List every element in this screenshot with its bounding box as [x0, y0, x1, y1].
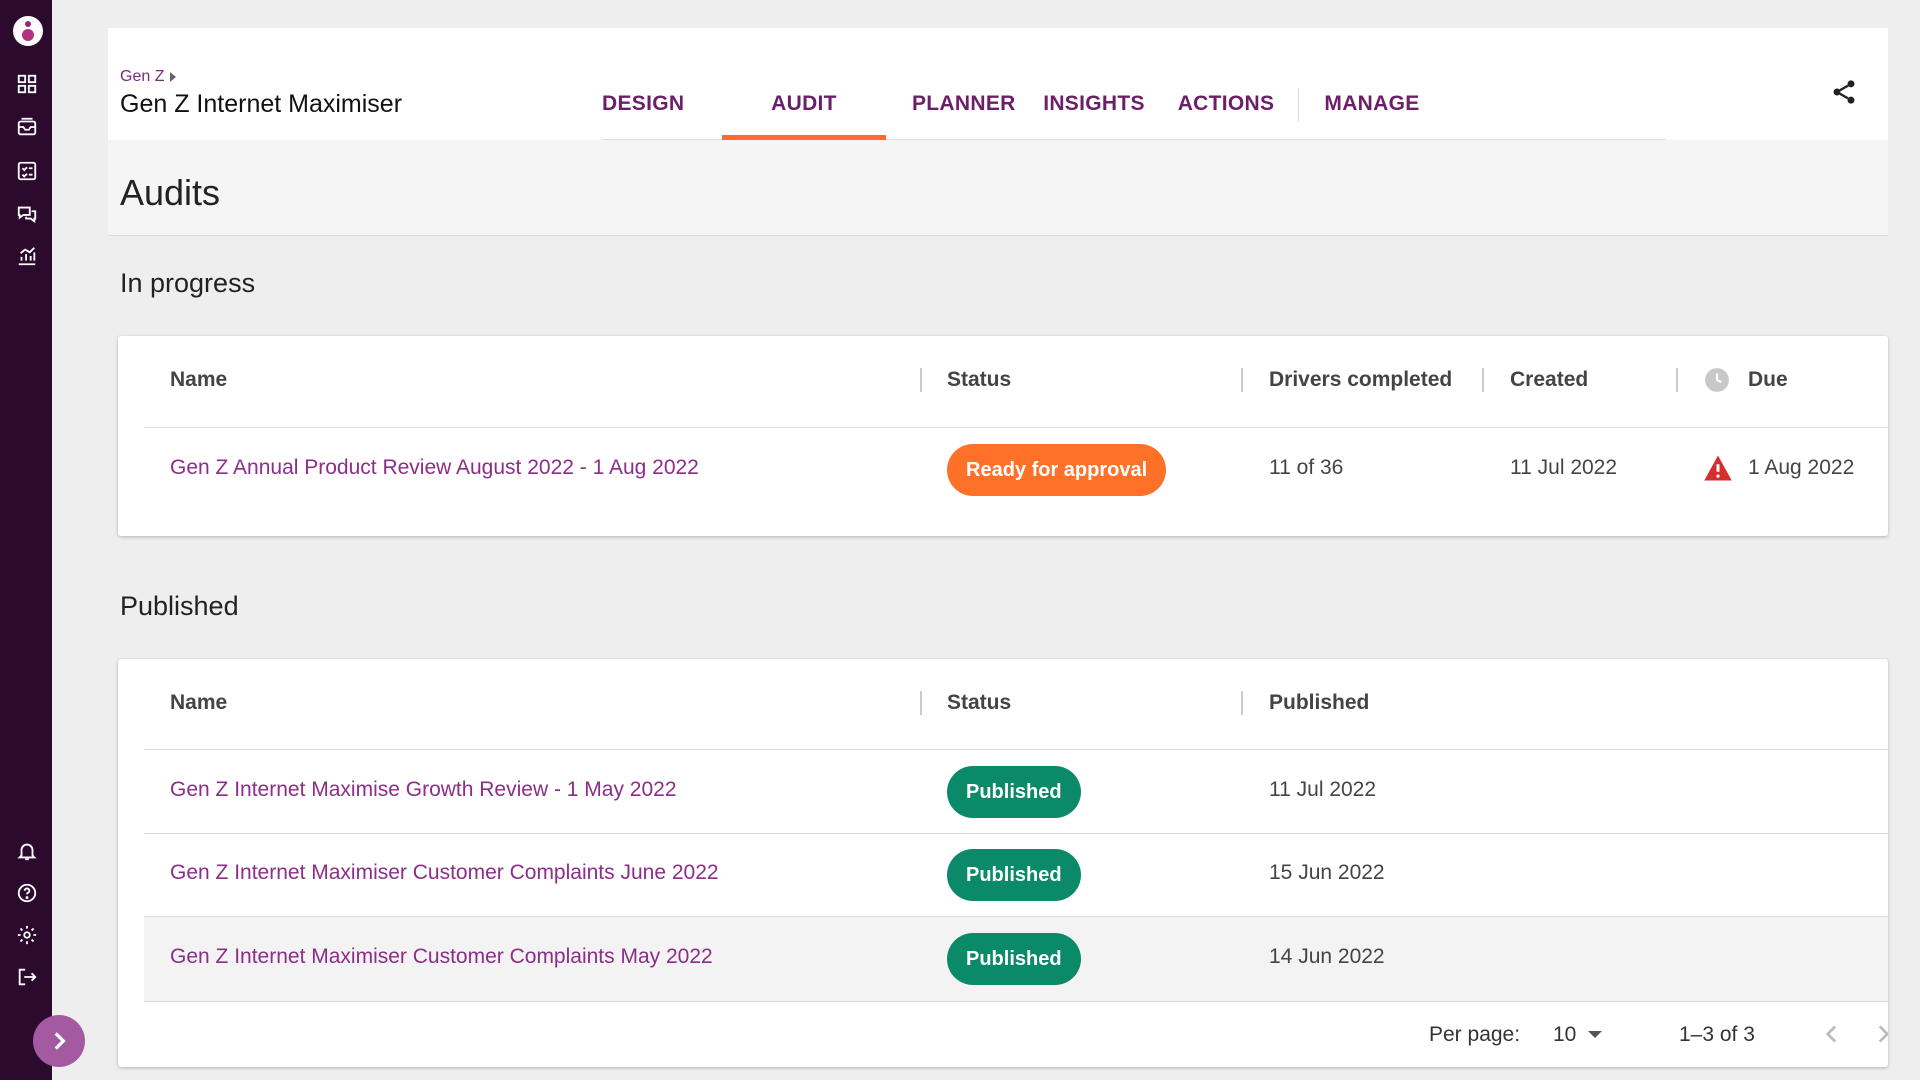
tab-actions[interactable]: ACTIONS: [1174, 82, 1278, 140]
column-separator: [920, 691, 922, 715]
tab-bar: DESIGN AUDIT PLANNER INSIGHTS ACTIONS MA…: [602, 82, 1666, 140]
inbox-icon[interactable]: [16, 116, 38, 138]
settings-icon[interactable]: [16, 924, 38, 946]
tab-planner[interactable]: PLANNER: [912, 82, 1015, 140]
tab-insights[interactable]: INSIGHTS: [1038, 82, 1150, 140]
status-badge: Published: [947, 849, 1081, 901]
status-badge: Published: [947, 933, 1081, 985]
clock-icon: [1704, 367, 1730, 393]
drivers-completed: 11 of 36: [1269, 456, 1344, 479]
sidebar: [0, 0, 52, 1080]
logo[interactable]: [13, 16, 43, 46]
chat-icon[interactable]: [16, 203, 38, 225]
row-divider: [144, 749, 1888, 750]
column-separator: [1676, 368, 1678, 392]
tab-design[interactable]: DESIGN: [602, 82, 684, 140]
audit-name-link[interactable]: Gen Z Annual Product Review August 2022 …: [170, 456, 699, 480]
caret-right-icon: [170, 71, 177, 82]
main-content: Gen Z Gen Z Internet Maximiser DESIGN AU…: [108, 28, 1888, 1067]
warning-icon: [1703, 454, 1733, 482]
table-row[interactable]: Gen Z Internet Maximiser Customer Compla…: [144, 917, 1888, 1001]
page-title-bar: Audits: [108, 140, 1888, 236]
status-badge: Ready for approval: [947, 444, 1167, 496]
top-header: Gen Z Gen Z Internet Maximiser DESIGN AU…: [108, 28, 1888, 140]
audit-name-link[interactable]: Gen Z Internet Maximiser Customer Compla…: [170, 945, 713, 969]
row-divider: [144, 833, 1888, 834]
breadcrumb[interactable]: Gen Z: [120, 68, 177, 86]
column-header-due[interactable]: Due: [1748, 368, 1788, 392]
dropdown-arrow-icon[interactable]: [1588, 1031, 1602, 1038]
analytics-icon[interactable]: [16, 245, 38, 267]
bell-icon[interactable]: [16, 840, 38, 862]
column-separator: [920, 368, 922, 392]
chevron-right-icon: [54, 1032, 66, 1050]
column-header-published[interactable]: Published: [1269, 691, 1369, 715]
created-date: 11 Jul 2022: [1510, 456, 1618, 479]
app-title: Gen Z Internet Maximiser: [120, 90, 403, 118]
prev-page-button[interactable]: [1819, 1021, 1845, 1052]
in-progress-heading: In progress: [120, 268, 256, 298]
breadcrumb-item[interactable]: Gen Z: [120, 68, 164, 85]
chevron-left-icon: [1825, 1025, 1837, 1043]
page-title: Audits: [120, 172, 221, 213]
next-page-button[interactable]: [1870, 1021, 1888, 1052]
tab-audit[interactable]: AUDIT: [722, 82, 886, 140]
chevron-right-icon: [1878, 1025, 1888, 1043]
tab-divider: [1298, 88, 1299, 122]
per-page-select[interactable]: 10: [1553, 1023, 1576, 1047]
pagination-range: 1–3 of 3: [1679, 1023, 1755, 1046]
column-header-status[interactable]: Status: [947, 691, 1011, 715]
published-date: 15 Jun 2022: [1269, 861, 1385, 884]
published-date: 11 Jul 2022: [1269, 778, 1377, 801]
column-header-drivers[interactable]: Drivers completed: [1269, 368, 1452, 392]
published-heading: Published: [120, 591, 239, 621]
column-separator: [1482, 368, 1484, 392]
column-separator: [1241, 691, 1243, 715]
expand-sidebar-button[interactable]: [33, 1015, 85, 1067]
in-progress-table: Name Status Drivers completed Created Du…: [118, 336, 1888, 536]
checklist-icon[interactable]: [16, 160, 38, 182]
column-header-created[interactable]: Created: [1510, 368, 1588, 392]
row-divider: [144, 427, 1888, 428]
column-header-status[interactable]: Status: [947, 368, 1011, 392]
tab-manage[interactable]: MANAGE: [1320, 82, 1424, 140]
help-icon[interactable]: [16, 882, 38, 904]
published-table: Name Status Published Gen Z Internet Max…: [118, 659, 1888, 1067]
dashboard-icon[interactable]: [16, 73, 38, 95]
due-date: 1 Aug 2022: [1748, 456, 1855, 479]
column-separator: [1241, 368, 1243, 392]
status-badge: Published: [947, 766, 1081, 818]
published-date: 14 Jun 2022: [1269, 945, 1385, 968]
logout-icon[interactable]: [16, 966, 38, 988]
row-divider: [144, 1001, 1888, 1002]
audit-name-link[interactable]: Gen Z Internet Maximiser Customer Compla…: [170, 861, 719, 885]
share-icon[interactable]: [1830, 78, 1858, 106]
column-header-name[interactable]: Name: [170, 691, 227, 715]
audit-name-link[interactable]: Gen Z Internet Maximise Growth Review - …: [170, 778, 677, 802]
per-page-label: Per page:: [1429, 1023, 1521, 1046]
column-header-name[interactable]: Name: [170, 368, 227, 392]
